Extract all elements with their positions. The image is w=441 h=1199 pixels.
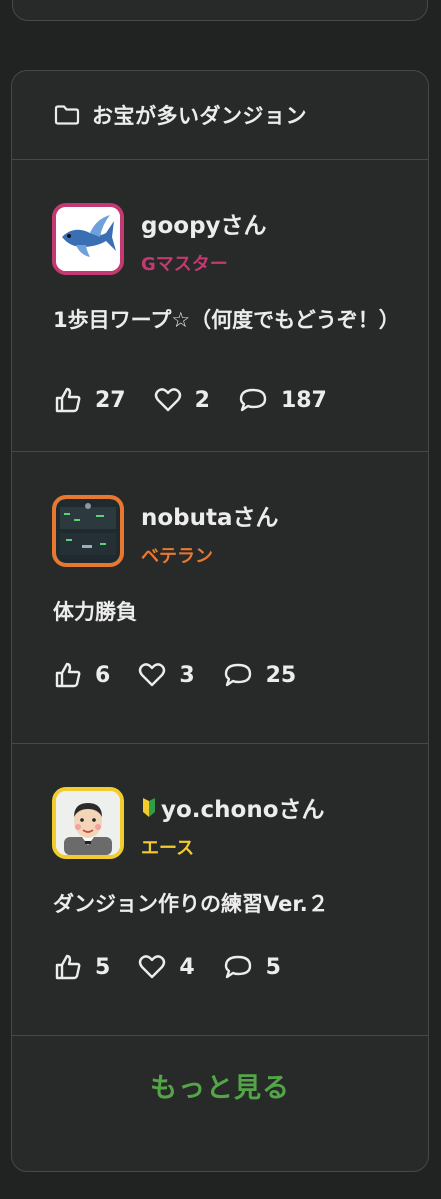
like-stat[interactable]: 6: [54, 661, 110, 689]
thumbs-up-icon: [55, 954, 81, 980]
user-rank: ベテラン: [141, 546, 213, 567]
comment-stat[interactable]: 187: [238, 387, 327, 413]
avatar[interactable]: [52, 787, 124, 859]
dungeon-list-card: お宝が多いダンジョン goopyさん Gマスター 1歩目ワープ☆（何度でもどうぞ…: [11, 70, 429, 1172]
comment-icon: [239, 388, 267, 412]
comment-count: 25: [265, 662, 297, 688]
like-count: 6: [95, 662, 111, 688]
stats-row: 5 4 5: [54, 953, 309, 981]
list-item[interactable]: goopyさん Gマスター 1歩目ワープ☆（何度でもどうぞ！） 27 2 187: [12, 160, 428, 452]
post-title[interactable]: ダンジョン作りの練習Ver.２: [53, 886, 393, 922]
comment-stat[interactable]: 25: [223, 662, 297, 688]
avatar[interactable]: [52, 495, 124, 567]
card-header: お宝が多いダンジョン: [12, 71, 428, 160]
folder-icon: [54, 104, 80, 126]
user-name[interactable]: goopyさん: [141, 206, 267, 240]
post-title[interactable]: 1歩目ワープ☆（何度でもどうぞ！）: [53, 302, 400, 338]
beginner-mark-icon: [141, 797, 157, 818]
user-rank: エース: [141, 838, 195, 859]
comment-stat[interactable]: 5: [223, 954, 281, 980]
show-more-button[interactable]: もっと見る: [12, 1036, 428, 1135]
stats-row: 6 3 25: [54, 661, 324, 689]
comment-count: 187: [280, 387, 327, 413]
comment-icon: [224, 955, 251, 979]
heart-count: 3: [179, 662, 195, 688]
like-stat[interactable]: 5: [54, 953, 110, 981]
post-title[interactable]: 体力勝負: [53, 594, 393, 630]
like-count: 5: [95, 954, 111, 980]
thumbs-up-icon: [55, 387, 81, 413]
heart-count: 2: [194, 387, 210, 413]
previous-card: [12, 0, 428, 21]
heart-count: 4: [179, 954, 195, 980]
user-name[interactable]: nobutaさん: [141, 498, 279, 532]
user-name-row[interactable]: yo.chonoさん: [141, 790, 325, 824]
heart-icon: [154, 388, 181, 412]
user-rank: Gマスター: [141, 254, 228, 275]
avatar[interactable]: [52, 203, 124, 275]
list-item[interactable]: nobutaさん ベテラン 体力勝負 6 3 25: [12, 452, 428, 744]
heart-icon: [139, 663, 166, 687]
user-name[interactable]: yo.chonoさん: [161, 790, 325, 824]
list-item[interactable]: yo.chonoさん エース ダンジョン作りの練習Ver.２ 5 4 5: [12, 744, 428, 1036]
comment-icon: [224, 663, 251, 687]
heart-stat[interactable]: 2: [154, 387, 210, 413]
section-title: お宝が多いダンジョン: [92, 104, 307, 128]
like-stat[interactable]: 27: [54, 386, 126, 414]
heart-icon: [139, 955, 166, 979]
comment-count: 5: [265, 954, 281, 980]
stats-row: 27 2 187: [54, 386, 355, 414]
heart-stat[interactable]: 3: [138, 662, 195, 688]
heart-stat[interactable]: 4: [138, 954, 195, 980]
thumbs-up-icon: [55, 662, 81, 688]
like-count: 27: [95, 387, 126, 413]
